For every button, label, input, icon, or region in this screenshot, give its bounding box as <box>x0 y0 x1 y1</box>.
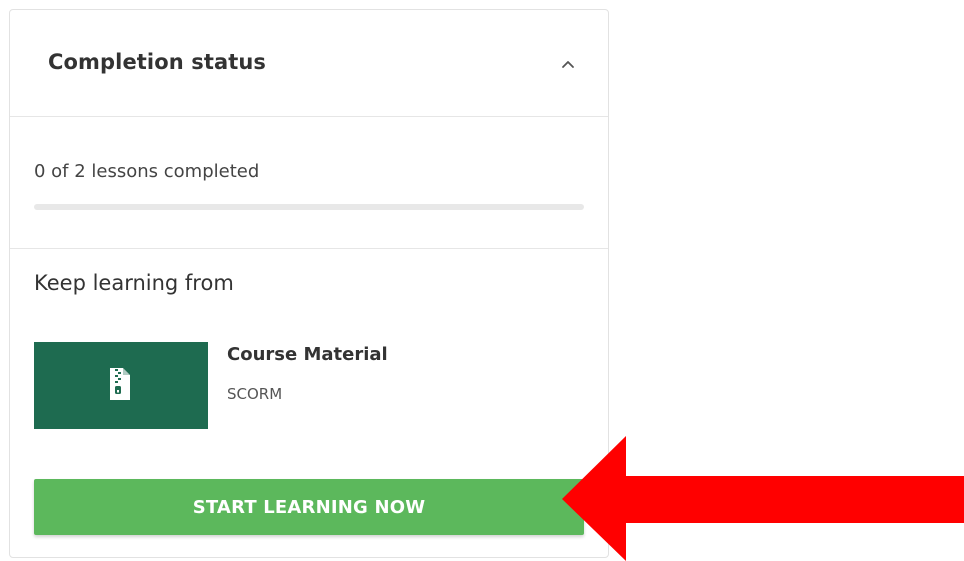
chevron-up-icon[interactable] <box>556 54 580 74</box>
course-material-thumbnail[interactable] <box>34 342 208 429</box>
arrow-left-icon <box>562 436 964 561</box>
course-material-type: SCORM <box>227 385 283 403</box>
start-learning-button[interactable]: START LEARNING NOW <box>34 479 584 535</box>
zip-file-icon <box>110 368 130 400</box>
card-title: Completion status <box>48 50 267 74</box>
progress-bar <box>34 204 584 210</box>
progress-text: 0 of 2 lessons completed <box>34 161 260 182</box>
keep-learning-section: Keep learning from Course Material SCORM <box>10 249 608 557</box>
course-material-item[interactable]: Course Material SCORM <box>34 342 574 430</box>
course-material-name[interactable]: Course Material <box>227 344 388 365</box>
progress-section: 0 of 2 lessons completed <box>10 117 608 249</box>
card-header[interactable]: Completion status <box>10 10 608 117</box>
keep-learning-title: Keep learning from <box>34 271 234 295</box>
completion-status-card: Completion status 0 of 2 lessons complet… <box>9 9 609 558</box>
